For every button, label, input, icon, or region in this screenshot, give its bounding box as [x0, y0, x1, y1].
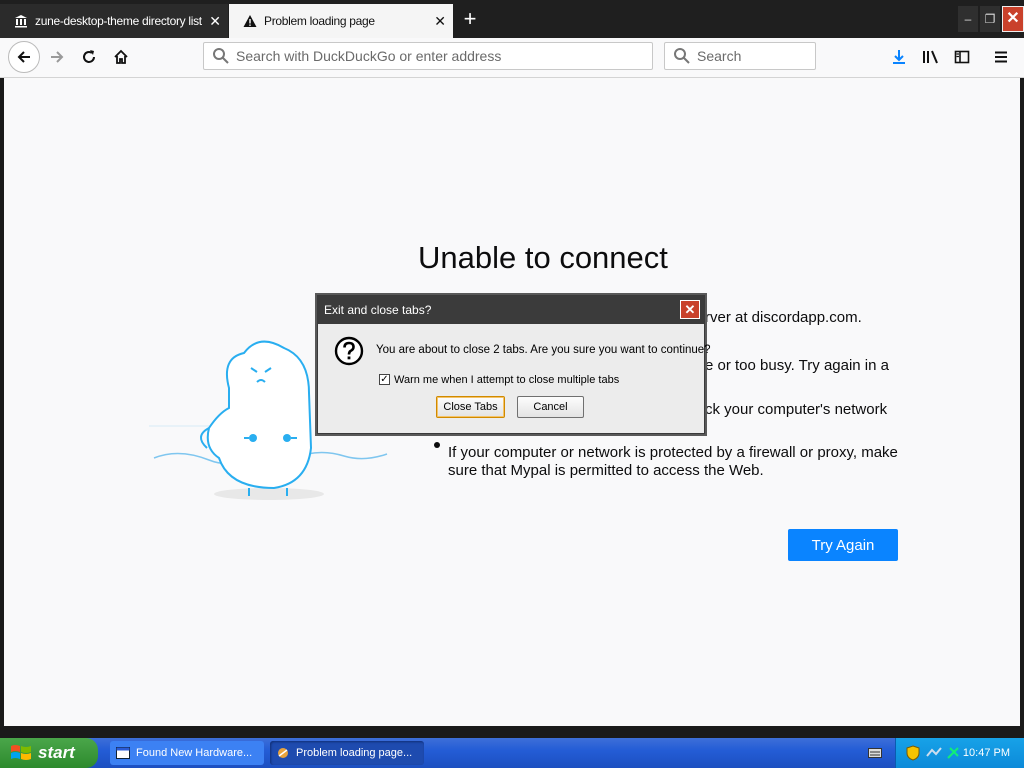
error-bullet-text: sure that Mypal is permitted to access t… [448, 462, 764, 479]
search-input[interactable]: Search [664, 42, 816, 70]
minimize-icon[interactable]: ‒ [958, 6, 978, 32]
error-bullet-text: If your computer or network is protected… [448, 444, 898, 461]
home-button[interactable] [106, 42, 136, 72]
taskbar: start Found New Hardware... Problem load… [0, 738, 1024, 768]
browser-icon [278, 748, 288, 758]
forward-button[interactable] [42, 42, 72, 72]
new-tab-button[interactable]: + [456, 6, 484, 34]
question-icon [334, 336, 364, 366]
cancel-button[interactable]: Cancel [517, 396, 584, 418]
nav-toolbar: Search with DuckDuckGo or enter address … [0, 38, 1024, 78]
error-text-line: rver at discordapp.com. [705, 309, 862, 326]
warn-checkbox[interactable]: ✓ [379, 374, 390, 385]
library-icon [923, 50, 938, 64]
start-button[interactable]: start [0, 738, 98, 768]
dialog-titlebar: Exit and close tabs? ✕ [318, 296, 704, 324]
clock: 10:47 PM [962, 747, 1010, 759]
warn-checkbox-label: Warn me when I attempt to close multiple… [394, 374, 620, 386]
restore-icon[interactable]: ❐ [980, 6, 1000, 32]
close-tab-icon[interactable]: ✕ [202, 13, 228, 30]
search-icon [674, 48, 690, 64]
reload-icon [83, 50, 95, 63]
library-button[interactable] [916, 42, 946, 72]
taskbar-item-browser[interactable]: Problem loading page... [270, 741, 424, 765]
tab-label: zune-desktop-theme directory listing [35, 14, 202, 28]
task-label: Problem loading page... [296, 747, 413, 759]
back-button[interactable] [8, 41, 40, 73]
downloads-button[interactable] [884, 42, 914, 72]
forward-arrow-icon [51, 51, 64, 63]
tab-directory-listing[interactable]: zune-desktop-theme directory listing ✕ [0, 4, 228, 38]
taskbar-item-hardware[interactable]: Found New Hardware... [110, 741, 264, 765]
url-placeholder: Search with DuckDuckGo or enter address [236, 48, 502, 64]
tab-problem-loading[interactable]: Problem loading page ✕ [229, 4, 453, 38]
warning-icon [243, 14, 257, 28]
sidebar-button[interactable] [947, 42, 977, 72]
window-close-icon[interactable]: ✕ [1002, 6, 1024, 32]
reload-button[interactable] [74, 42, 104, 72]
network-icon[interactable] [926, 746, 942, 760]
sidebar-icon [954, 50, 970, 64]
keyboard-icon[interactable] [868, 747, 882, 759]
window-icon [116, 747, 130, 759]
close-tab-icon[interactable]: ✕ [427, 13, 453, 30]
hardware-icon[interactable] [946, 746, 960, 760]
error-title: Unable to connect [418, 240, 668, 275]
security-shield-icon[interactable] [906, 745, 920, 761]
dialog-title: Exit and close tabs? [324, 303, 432, 317]
back-arrow-icon [17, 51, 30, 63]
error-text-line: ck your computer's network [705, 401, 888, 418]
hamburger-menu-icon [995, 51, 1007, 63]
menu-button[interactable] [986, 42, 1016, 72]
tab-label: Problem loading page [264, 14, 375, 28]
dialog-close-icon[interactable]: ✕ [680, 300, 700, 319]
window-controls: ‒ ❐ ✕ [958, 6, 1024, 32]
bullet-dot [434, 442, 440, 448]
task-label: Found New Hardware... [136, 747, 253, 759]
search-icon [213, 48, 229, 64]
windows-logo-icon [11, 745, 31, 760]
tab-strip: zune-desktop-theme directory listing ✕ P… [0, 0, 1024, 38]
archive-icon [14, 14, 28, 28]
exit-close-tabs-dialog: Exit and close tabs? ✕ You are about to … [317, 295, 711, 434]
home-icon [114, 49, 128, 64]
dialog-message: You are about to close 2 tabs. Are you s… [376, 344, 711, 356]
close-tabs-button[interactable]: Close Tabs [436, 396, 505, 418]
start-label: start [38, 743, 75, 762]
error-text-line: e or too busy. Try again in a [705, 357, 889, 374]
url-bar[interactable]: Search with DuckDuckGo or enter address [203, 42, 653, 70]
download-icon [893, 50, 905, 64]
search-placeholder: Search [697, 48, 742, 64]
try-again-button[interactable]: Try Again [788, 529, 898, 561]
